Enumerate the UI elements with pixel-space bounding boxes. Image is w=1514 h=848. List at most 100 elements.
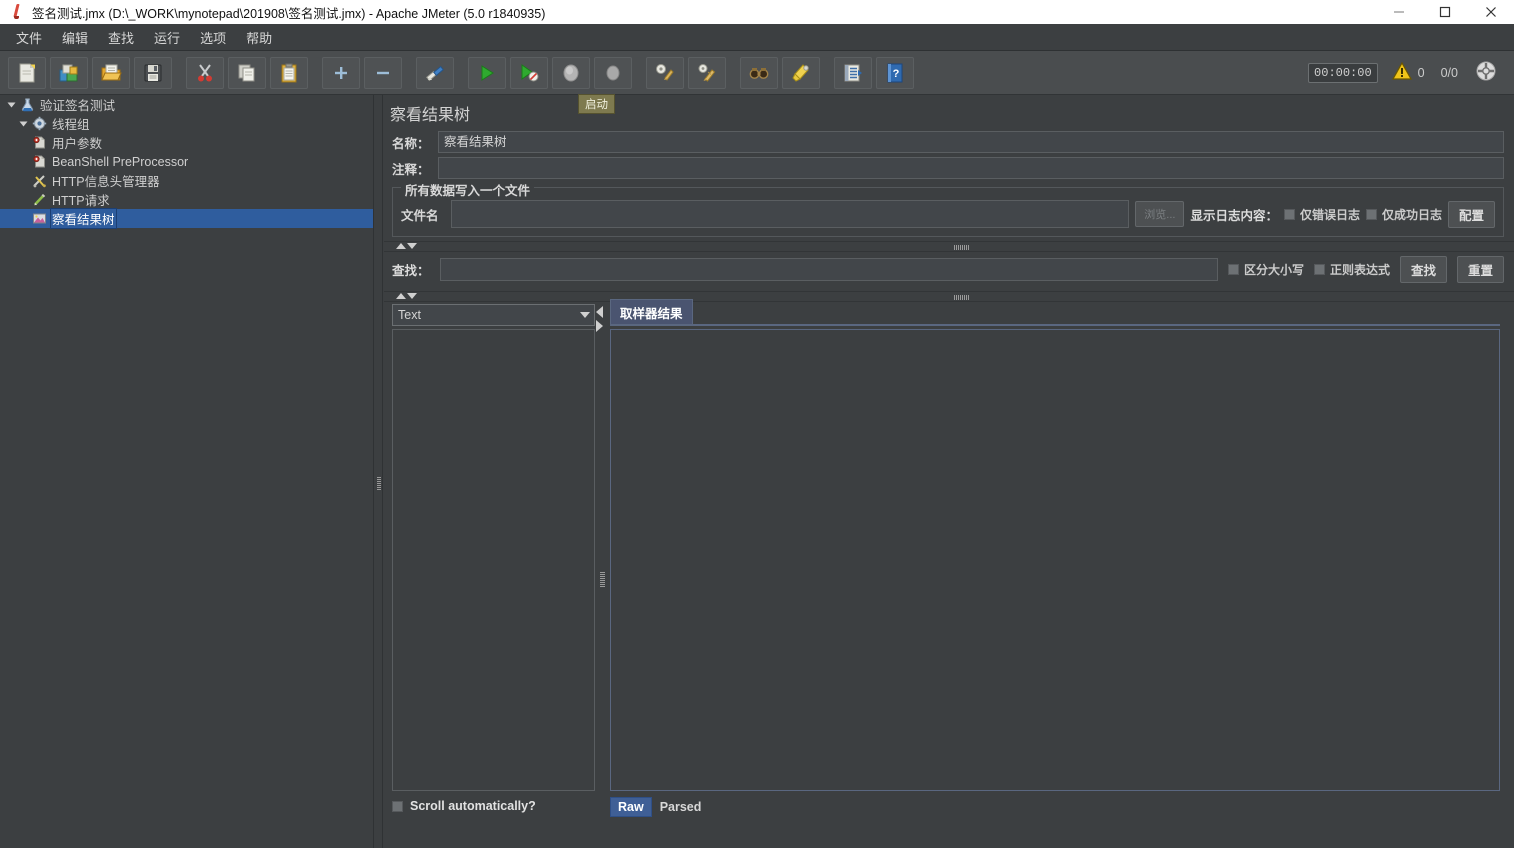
collapse-all-button[interactable] (364, 56, 402, 89)
remote-globe-icon[interactable] (1474, 59, 1498, 86)
case-sensitive-checkbox[interactable]: 区分大小写 (1227, 261, 1304, 278)
renderer-value: Text (398, 308, 421, 322)
preprocessor-icon (30, 134, 48, 151)
warning-count: 0 (1417, 65, 1425, 80)
tree-node-label: HTTP请求 (52, 194, 110, 208)
function-helper-button[interactable] (834, 56, 872, 89)
tab-sampler-result[interactable]: 取样器结果 (610, 299, 693, 324)
result-detail-content[interactable] (610, 329, 1500, 791)
tab-parsed[interactable]: Parsed (652, 797, 710, 817)
preprocessor-icon (30, 153, 48, 170)
comment-input[interactable] (438, 157, 1504, 179)
tree-node-label: BeanShell PreProcessor (52, 154, 189, 169)
warning-indicator[interactable]: 0 (1391, 61, 1425, 83)
reset-button[interactable]: 重置 (1456, 256, 1504, 283)
tree-node-view-results-tree[interactable]: 察看结果树 (0, 208, 373, 229)
window-title: 签名测试.jmx (D:\_WORK\mynotepad\201908\签名测试… (32, 6, 546, 21)
scroll-automatically-checkbox[interactable]: Scroll automatically? (392, 799, 596, 813)
toggle-button[interactable] (416, 56, 454, 89)
new-button[interactable] (8, 56, 46, 89)
clear-button[interactable] (646, 56, 684, 89)
jmeter-feather-icon (6, 1, 28, 23)
tree-node-user-parameters[interactable]: 用户参数 (0, 133, 373, 152)
menu-search[interactable]: 查找 (100, 25, 142, 50)
close-button[interactable] (1468, 0, 1514, 24)
copy-button[interactable] (228, 56, 266, 89)
elapsed-timer: 00:00:00 (1308, 62, 1378, 83)
svg-text:?: ? (893, 68, 900, 80)
menu-run[interactable]: 运行 (146, 25, 188, 50)
case-sensitive-label: 区分大小写 (1243, 263, 1304, 277)
comment-label: 注释： (392, 162, 430, 177)
write-all-data-group: 所有数据写入一个文件 文件名 浏览... 显示日志内容： 仅错误日志 仅成功日志… (392, 180, 1504, 237)
maximize-button[interactable] (1422, 0, 1468, 24)
toolbar: ? 00:00:00 0 0/0 (0, 51, 1514, 95)
checkbox-box-icon[interactable] (1283, 208, 1295, 220)
menu-file[interactable]: 文件 (8, 25, 50, 50)
collapse-arrows-icon[interactable] (596, 306, 603, 332)
start-no-pause-button[interactable] (510, 56, 548, 89)
stop-button[interactable] (552, 56, 590, 89)
help-button[interactable]: ? (876, 56, 914, 89)
file-section-splitter[interactable] (384, 241, 1514, 252)
regex-checkbox[interactable]: 正则表达式 (1313, 261, 1390, 278)
open-button[interactable] (92, 56, 130, 89)
search-row: 查找： 区分大小写 正则表达式 查找 重置 (384, 252, 1514, 287)
checkbox-box-icon[interactable] (1313, 264, 1325, 275)
shutdown-button[interactable] (594, 56, 632, 89)
clear-all-button[interactable] (688, 56, 726, 89)
splitter-grip-icon[interactable] (377, 477, 381, 491)
test-plan-tree[interactable]: 验证签名测试 线程组 用户参数 BeanShell PreProcessor H… (0, 95, 373, 848)
thread-count: 0/0 (1440, 65, 1458, 80)
regex-label: 正则表达式 (1329, 263, 1390, 277)
configure-button[interactable]: 配置 (1447, 200, 1495, 228)
minimize-button[interactable] (1376, 0, 1422, 24)
chevron-down-icon[interactable] (580, 312, 590, 318)
search-section-splitter[interactable] (384, 291, 1514, 302)
success-only-checkbox[interactable]: 仅成功日志 (1365, 206, 1442, 223)
errors-only-checkbox[interactable]: 仅错误日志 (1283, 206, 1360, 223)
main-body: 验证签名测试 线程组 用户参数 BeanShell PreProcessor H… (0, 95, 1514, 848)
filename-input[interactable] (451, 200, 1130, 228)
expand-toggle-icon[interactable] (16, 120, 30, 128)
search-button[interactable]: 查找 (1399, 256, 1447, 283)
search-input[interactable] (439, 258, 1218, 281)
reset-search-button[interactable] (782, 56, 820, 89)
tree-node-http-request[interactable]: HTTP请求 (0, 190, 373, 209)
results-inner-splitter[interactable] (596, 304, 610, 812)
jmeter-window: 签名测试.jmx (D:\_WORK\mynotepad\201908\签名测试… (0, 0, 1514, 848)
header-manager-icon (30, 172, 48, 189)
results-list[interactable] (392, 329, 595, 791)
tree-panel-splitter[interactable] (373, 95, 383, 848)
checkbox-box-icon[interactable] (392, 800, 403, 812)
checkbox-box-icon[interactable] (1227, 264, 1239, 275)
paste-button[interactable] (270, 56, 308, 89)
menu-options[interactable]: 选项 (192, 25, 234, 50)
tab-raw[interactable]: Raw (610, 797, 652, 817)
start-button[interactable] (468, 56, 506, 89)
name-input[interactable]: 察看结果树 (438, 131, 1504, 153)
splitter-grip-icon[interactable] (600, 572, 605, 588)
templates-button[interactable] (50, 56, 88, 89)
title-bar: 签名测试.jmx (D:\_WORK\mynotepad\201908\签名测试… (0, 0, 1514, 24)
start-button-tooltip: 启动 (578, 94, 615, 114)
window-controls (1376, 0, 1514, 24)
expand-toggle-icon[interactable] (4, 101, 18, 109)
menu-help[interactable]: 帮助 (238, 25, 280, 50)
menu-edit[interactable]: 编辑 (54, 25, 96, 50)
search-tree-button[interactable] (740, 56, 778, 89)
renderer-dropdown[interactable]: Text (392, 304, 595, 326)
splitter-grip-icon[interactable] (954, 295, 970, 300)
save-button[interactable] (134, 56, 172, 89)
expand-all-button[interactable] (322, 56, 360, 89)
tree-node-beanshell-preprocessor[interactable]: BeanShell PreProcessor (0, 152, 373, 171)
tree-node-http-header-manager[interactable]: HTTP信息头管理器 (0, 171, 373, 190)
splitter-grip-icon[interactable] (954, 245, 970, 250)
collapse-arrows-icon[interactable] (396, 243, 417, 249)
browse-button[interactable]: 浏览... (1135, 201, 1185, 227)
tree-node-test-plan[interactable]: 验证签名测试 (0, 95, 373, 114)
collapse-arrows-icon[interactable] (396, 293, 417, 299)
cut-button[interactable] (186, 56, 224, 89)
tree-node-thread-group[interactable]: 线程组 (0, 114, 373, 133)
checkbox-box-icon[interactable] (1365, 208, 1377, 220)
